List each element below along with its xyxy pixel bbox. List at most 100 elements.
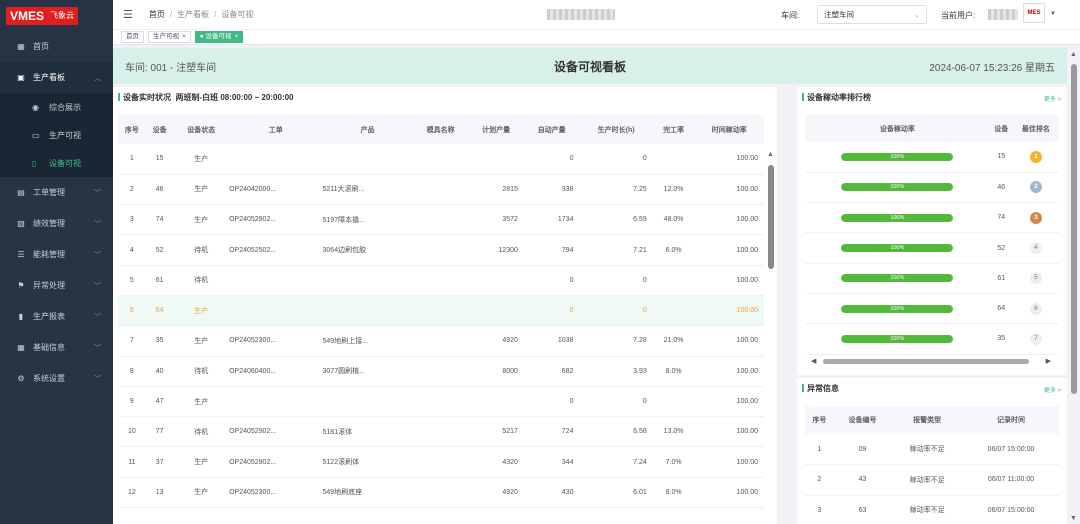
- table-cell: 生产: [173, 295, 230, 327]
- table-cell: [322, 295, 413, 327]
- rank-badge: 5: [1029, 272, 1042, 285]
- progress-fill: 100%: [841, 152, 954, 161]
- table-cell: [412, 416, 469, 448]
- chevron-icon: ﹀: [94, 220, 101, 228]
- workshop-select[interactable]: 注塑车间 ⌄: [817, 5, 927, 24]
- sidebar-item[interactable]: ▮ 生产报表 ﹀: [0, 301, 113, 332]
- table-row[interactable]: 9 47 生产 0 0 100.00: [118, 386, 764, 418]
- sidebar-item[interactable]: ▦ 首页: [0, 31, 113, 62]
- table-cell: 5181滚体: [322, 416, 413, 448]
- scroll-thumb[interactable]: [823, 359, 1029, 364]
- table-cell: OP24042000...: [229, 174, 323, 206]
- progress-bar: 100%: [841, 334, 954, 343]
- table-row[interactable]: 100% 64 6: [805, 293, 1059, 325]
- table-row[interactable]: 11 37 生产 OP24052902... 5122滚刷体 4320 344 7.24 7.0…: [118, 446, 764, 478]
- column-header: 序号: [805, 406, 834, 434]
- close-icon[interactable]: ×: [235, 33, 239, 40]
- page-scrollbar[interactable]: ▲ ▼: [1070, 48, 1078, 524]
- scroll-thumb[interactable]: [768, 165, 774, 269]
- table-row[interactable]: 100% 74 3: [805, 202, 1059, 234]
- device-cell: 61: [989, 263, 1013, 294]
- tab-home[interactable]: 首页: [121, 31, 144, 43]
- submenu-item[interactable]: ◉ 综合展示: [0, 93, 113, 121]
- table-cell: 63: [833, 495, 892, 524]
- submenu-item[interactable]: ▯ 设备可视: [0, 149, 113, 177]
- scroll-thumb[interactable]: [1071, 64, 1077, 394]
- rank-badge: 6: [1029, 302, 1042, 315]
- submenu: ◉ 综合展示 ▭ 生产可视 ▯ 设备可视: [0, 93, 113, 177]
- table-row[interactable]: 100% 61 5: [805, 263, 1059, 294]
- table-cell: 3064边刷包胶: [322, 234, 413, 266]
- ranking-hscrollbar[interactable]: ◀ ▶: [811, 357, 1051, 365]
- table-row[interactable]: 10 77 待机 OP24052902... 5181滚体 5217 724 6.58 13.0…: [118, 416, 764, 448]
- table-row[interactable]: 1 15 生产 0 0 100.00: [118, 144, 764, 175]
- table-row[interactable]: 5 61 待机 0 0 100.00: [118, 265, 764, 296]
- table-row[interactable]: 3 74 生产 OP24052902... 5197障本撬... 3572 1734 6.59…: [118, 204, 764, 236]
- submenu-icon: ▯: [32, 158, 37, 168]
- table-row[interactable]: 4 52 待机 OP24052502... 3064边刷包胶 12300 794 7.21 6.…: [118, 234, 764, 266]
- sidebar-item[interactable]: ⚙ 系统设置 ﹀: [0, 363, 113, 394]
- table-cell: 3: [805, 495, 834, 524]
- table-cell: 1: [118, 144, 146, 175]
- table-row[interactable]: 100% 15 1: [805, 142, 1059, 173]
- table-cell: OP24052902...: [229, 416, 323, 448]
- scroll-up-icon[interactable]: ▲: [1070, 51, 1077, 58]
- board-header: 车间: 001 - 注塑车间 设备可视看板 2024-06-07 15:23:2…: [113, 48, 1067, 84]
- avatar[interactable]: MES: [1023, 3, 1045, 23]
- breadcrumb-board[interactable]: 生产看板: [177, 10, 209, 19]
- energy-icon: ☰: [17, 250, 25, 259]
- table-cell: OP24052300...: [229, 325, 323, 357]
- submenu-item-label: 生产可视: [49, 130, 81, 140]
- close-icon[interactable]: ×: [182, 33, 186, 40]
- table-row[interactable]: 3 63 稼动率不足 06/07 15:00:00: [805, 495, 1059, 524]
- breadcrumb-home[interactable]: 首页: [149, 10, 165, 19]
- table-cell: 3: [118, 204, 146, 236]
- scroll-up-icon[interactable]: ▲: [767, 151, 774, 158]
- sidebar-item[interactable]: ▧ 绩效管理 ﹀: [0, 208, 113, 239]
- active-dot-icon: ●: [199, 33, 204, 40]
- sidebar-item[interactable]: ⚑ 异常处理 ﹀: [0, 270, 113, 301]
- table-cell: [412, 325, 469, 357]
- table-row[interactable]: 100% 52 4: [805, 232, 1059, 264]
- caret-down-icon[interactable]: ▼: [1050, 11, 1056, 17]
- table-cell: 5122滚刷体: [322, 446, 413, 478]
- table-scrollbar[interactable]: ▲: [767, 147, 775, 524]
- sidebar-item[interactable]: ▣ 生产看板 ︿: [0, 62, 113, 93]
- table-row[interactable]: 8 40 待机 OP24060400... 3077圆刷植... 8000 682 3.93 8…: [118, 356, 764, 387]
- table-row[interactable]: 2 43 稼动率不足 06/07 11:00:00: [805, 464, 1059, 496]
- table-row[interactable]: 100% 46 2: [805, 172, 1059, 204]
- table-row[interactable]: 6 64 生产 0 0 100.00: [118, 295, 764, 327]
- device-cell: 64: [989, 293, 1013, 325]
- table-cell: 5217: [468, 416, 524, 448]
- more-link[interactable]: 更多 >: [1044, 94, 1061, 103]
- table-row[interactable]: 12 13 生产 OP24052300... 549地刷底座 4920 430 6.01 8.0…: [118, 477, 764, 509]
- sidebar-item[interactable]: ▦ 基础信息 ﹀: [0, 332, 113, 363]
- scroll-down-icon[interactable]: ▼: [1070, 515, 1077, 522]
- report-icon: ▮: [18, 312, 24, 321]
- sidebar-item[interactable]: ▤ 工单管理 ﹀: [0, 177, 113, 208]
- table-row[interactable]: 1 09 稼动率不足 06/07 15:00:00: [805, 434, 1059, 465]
- table-row[interactable]: 100% 35 7: [805, 323, 1059, 355]
- sidebar-item[interactable]: ☰ 能耗管理 ﹀: [0, 239, 113, 270]
- tab-label: 设备可视: [205, 33, 232, 40]
- more-link[interactable]: 更多 >: [1044, 385, 1061, 394]
- scroll-left-icon[interactable]: ◀: [811, 357, 816, 365]
- medal-icon: 2: [1029, 181, 1042, 194]
- logo-brand: VMES: [10, 8, 45, 23]
- submenu-item[interactable]: ▭ 生产可视: [0, 121, 113, 149]
- table-cell: 35: [145, 325, 174, 357]
- panel-title-text: 设备实时状况: [123, 93, 171, 102]
- table-cell: 06/07 11:00:00: [963, 464, 1059, 496]
- hamburger-icon[interactable]: ☰: [123, 8, 133, 21]
- table-row[interactable]: 2 46 生产 OP24042000... 5211大滚刷... 2815 338 7.25 1…: [118, 174, 764, 206]
- table-cell: 0: [579, 386, 653, 418]
- table-cell: 100.00: [694, 234, 764, 266]
- table-cell: 724: [523, 416, 580, 448]
- scroll-right-icon[interactable]: ▶: [1046, 357, 1051, 365]
- tab-equipment-visual[interactable]: ● 设备可视 ×: [194, 31, 244, 43]
- table-cell: 6: [118, 295, 146, 327]
- page-title: 设备可视看板: [553, 59, 626, 74]
- table-row[interactable]: 7 35 生产 OP24052300... 549地刷上接... 4920 1038 7.28…: [118, 325, 764, 357]
- submenu-item-label: 综合展示: [49, 102, 81, 112]
- tab-production-visual[interactable]: 生产可视 ×: [148, 31, 191, 43]
